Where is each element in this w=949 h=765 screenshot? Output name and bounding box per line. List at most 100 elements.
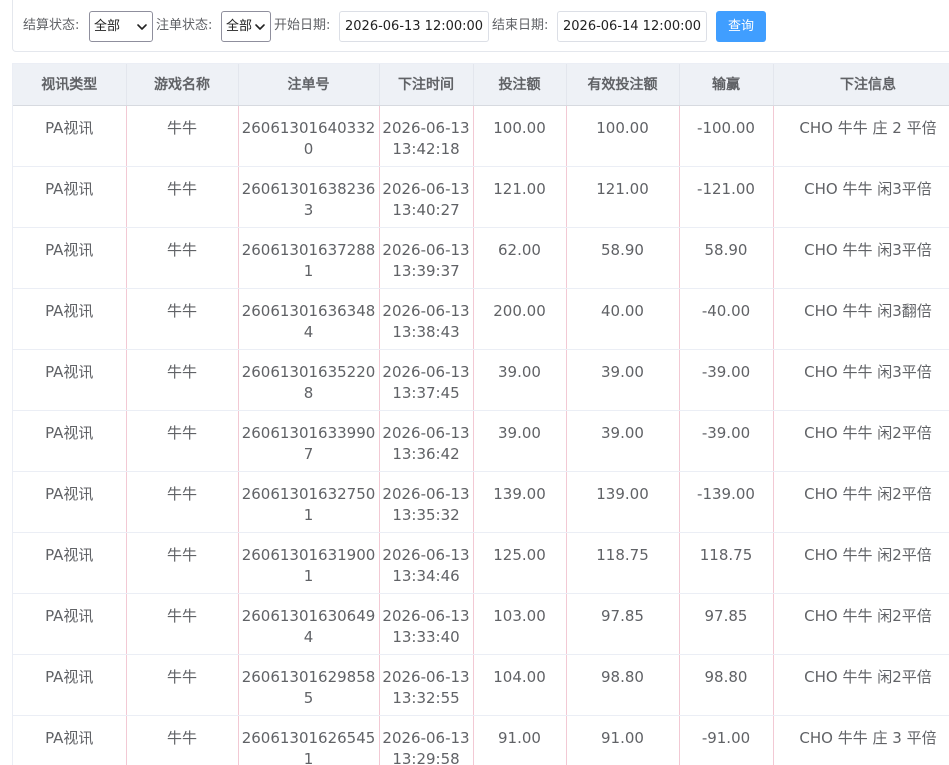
cell-bet-time-bet-clock: 13:39:37 — [392, 261, 460, 280]
cell-order-no-text: 260613016403320 — [241, 118, 376, 158]
cell-valid-amount: 39.00 — [566, 349, 680, 411]
cell-valid-amount: 121.00 — [566, 166, 680, 228]
column-header-type[interactable]: 视讯类型 — [13, 64, 127, 106]
cell-win-loss: -40.00 — [679, 288, 774, 350]
order-status-select[interactable]: 全部 — [221, 11, 271, 42]
cell-type-text: PA视讯 — [45, 301, 94, 320]
column-header-win-loss[interactable]: 输赢 — [679, 64, 774, 106]
cell-game: 牛牛 — [126, 410, 239, 472]
table-row[interactable]: PA视讯 牛牛 260613016363484 2026-06-13 13:38:43 2… — [13, 288, 949, 350]
table-row[interactable]: PA视讯 牛牛 260613016382363 2026-06-13 13:40:27 1… — [13, 166, 949, 228]
cell-valid-amount-text: 40.00 — [601, 301, 644, 320]
cell-win-loss-text: -121.00 — [697, 179, 755, 198]
table-row[interactable]: PA视讯 牛牛 260613016352208 2026-06-13 13:37:45 3… — [13, 349, 949, 411]
cell-win-loss: -121.00 — [679, 166, 774, 228]
cell-bet-time-bet-clock: 13:36:42 — [392, 444, 460, 463]
table-row[interactable]: PA视讯 牛牛 260613016298585 2026-06-13 13:32:55 1… — [13, 654, 949, 716]
cell-win-loss-text: 98.80 — [704, 667, 748, 686]
cell-bet-time: 2026-06-13 13:40:27 — [379, 166, 474, 228]
cell-order-no: 260613016265451 — [238, 715, 380, 765]
cell-type: PA视讯 — [13, 227, 127, 289]
cell-win-loss: -91.00 — [679, 715, 774, 765]
cell-bet-info-text: CHO 牛牛 庄 2 平倍 — [799, 118, 937, 137]
column-header-game[interactable]: 游戏名称 — [126, 64, 239, 106]
column-header-valid-amount[interactable]: 有效投注额 — [566, 64, 680, 106]
cell-win-loss: 118.75 — [679, 532, 774, 594]
cell-bet-time-bet-date: 2026-06-13 — [382, 240, 470, 259]
end-date-input[interactable]: 2026-06-14 12:00:00 — [557, 11, 707, 42]
cell-amount-text: 62.00 — [498, 240, 541, 259]
cell-valid-amount: 40.00 — [566, 288, 680, 350]
cell-valid-amount: 39.00 — [566, 410, 680, 472]
cell-bet-time-bet-clock: 13:35:32 — [392, 505, 460, 524]
cell-bet-info-text: CHO 牛牛 庄 3 平倍 — [799, 728, 937, 747]
cell-bet-time-bet-date: 2026-06-13 — [382, 484, 470, 503]
cell-type-text: PA视讯 — [45, 240, 94, 259]
cell-type-text: PA视讯 — [45, 545, 94, 564]
start-date-input[interactable]: 2026-06-13 12:00:00 — [339, 11, 489, 42]
table-row[interactable]: PA视讯 牛牛 260613016327501 2026-06-13 13:35:32 1… — [13, 471, 949, 533]
chevron-down-icon — [137, 24, 147, 30]
cell-order-no: 260613016298585 — [238, 654, 380, 716]
cell-bet-time: 2026-06-13 13:38:43 — [379, 288, 474, 350]
cell-win-loss-text: 118.75 — [699, 545, 753, 564]
filter-bar: 结算状态: 全部 注单状态: 全部 开始日期: 2026-06-13 12:00… — [12, 0, 949, 52]
start-date-value: 2026-06-13 12:00:00 — [345, 19, 484, 34]
column-header-bet-time[interactable]: 下注时间 — [379, 64, 474, 106]
table-row[interactable]: PA视讯 牛牛 260613016372881 2026-06-13 13:39:37 6… — [13, 227, 949, 289]
cell-order-no-text: 260613016319001 — [241, 545, 376, 585]
cell-amount-text: 103.00 — [493, 606, 546, 625]
cell-amount: 121.00 — [473, 166, 567, 228]
table-row[interactable]: PA视讯 牛牛 260613016339907 2026-06-13 13:36:42 3… — [13, 410, 949, 472]
cell-order-no: 260613016306494 — [238, 593, 380, 655]
settle-status-select[interactable]: 全部 — [89, 11, 153, 42]
cell-bet-info: CHO 牛牛 闲3平倍 — [773, 166, 949, 228]
cell-type: PA视讯 — [13, 654, 127, 716]
cell-bet-info-text: CHO 牛牛 闲2平倍 — [804, 545, 932, 564]
column-header-amount[interactable]: 投注额 — [473, 64, 567, 106]
records-grid: 视讯类型 游戏名称 注单号 下注时间 投注额 有效投注额 输赢 下注信息 PA视… — [13, 64, 949, 765]
cell-order-no-text: 260613016382363 — [241, 179, 376, 219]
cell-valid-amount: 139.00 — [566, 471, 680, 533]
cell-win-loss: 98.80 — [679, 654, 774, 716]
cell-type: PA视讯 — [13, 471, 127, 533]
table-row[interactable]: PA视讯 牛牛 260613016319001 2026-06-13 13:34:46 1… — [13, 532, 949, 594]
cell-order-no: 260613016319001 — [238, 532, 380, 594]
cell-bet-time: 2026-06-13 13:39:37 — [379, 227, 474, 289]
cell-bet-info: CHO 牛牛 闲3翻倍 — [773, 288, 949, 350]
table-row[interactable]: PA视讯 牛牛 260613016306494 2026-06-13 13:33:40 1… — [13, 593, 949, 655]
cell-bet-time-bet-clock: 13:38:43 — [392, 322, 460, 341]
cell-bet-time-bet-date: 2026-06-13 — [382, 667, 470, 686]
cell-game-text: 牛牛 — [166, 179, 197, 198]
cell-order-no-text: 260613016372881 — [241, 240, 376, 280]
cell-order-no: 260613016327501 — [238, 471, 380, 533]
cell-order-no-text: 260613016339907 — [241, 423, 376, 463]
cell-order-no: 260613016382363 — [238, 166, 380, 228]
table-row[interactable]: PA视讯 牛牛 260613016265451 2026-06-13 13:29:58 9… — [13, 715, 949, 765]
cell-bet-info: CHO 牛牛 闲2平倍 — [773, 532, 949, 594]
cell-order-no: 260613016363484 — [238, 288, 380, 350]
cell-order-no-text: 260613016298585 — [241, 667, 376, 707]
cell-type: PA视讯 — [13, 715, 127, 765]
cell-bet-time-bet-clock: 13:34:46 — [392, 566, 460, 585]
cell-bet-time-bet-date: 2026-06-13 — [382, 179, 470, 198]
cell-type-text: PA视讯 — [45, 728, 94, 747]
cell-type-text: PA视讯 — [45, 484, 94, 503]
cell-game: 牛牛 — [126, 166, 239, 228]
cell-valid-amount-text: 139.00 — [596, 484, 649, 503]
cell-amount-text: 39.00 — [498, 362, 541, 381]
cell-valid-amount: 100.00 — [566, 105, 680, 167]
column-header-order-no[interactable]: 注单号 — [238, 64, 380, 106]
cell-valid-amount-text: 91.00 — [601, 728, 644, 747]
cell-bet-info-text: CHO 牛牛 闲2平倍 — [804, 484, 932, 503]
order-status-label: 注单状态: — [156, 18, 213, 33]
cell-game-text: 牛牛 — [166, 667, 197, 686]
query-button[interactable]: 查询 — [716, 11, 766, 42]
column-header-bet-info[interactable]: 下注信息 — [773, 64, 949, 106]
table-row[interactable]: PA视讯 牛牛 260613016403320 2026-06-13 13:42:18 1… — [13, 105, 949, 167]
cell-game: 牛牛 — [126, 349, 239, 411]
cell-win-loss-text: -91.00 — [701, 728, 751, 747]
cell-bet-info: CHO 牛牛 闲2平倍 — [773, 410, 949, 472]
cell-valid-amount-text: 97.85 — [601, 606, 644, 625]
cell-bet-info-text: CHO 牛牛 闲3平倍 — [804, 179, 932, 198]
